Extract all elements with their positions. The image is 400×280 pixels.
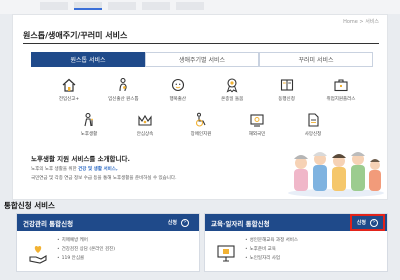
page-title: 원스톱/생애주기/꾸러미 서비스 <box>23 31 128 40</box>
service-label: 재외국민 <box>248 132 266 137</box>
service-label: 취업지원플러스 <box>326 97 356 102</box>
education-job-apply-button[interactable]: 신청 › <box>349 214 386 231</box>
person-figure-5-icon <box>369 159 381 191</box>
service-label: 임신출산 원스톱 <box>108 97 139 102</box>
service-label: 장애인지원 <box>190 132 212 137</box>
top-tab-active[interactable] <box>74 2 102 10</box>
notice-text-pre: 노후의 노후 생활을 위한 <box>31 167 79 172</box>
notice-box: 노후생활 지원 서비스를 소개합니다. 노후의 노후 생활을 위한 건강 및 생… <box>31 153 281 181</box>
service-label: 전입신고+ <box>58 97 80 102</box>
tab-onestop[interactable]: 원스톱 서비스 <box>31 52 145 67</box>
card-title: 건강관리 통합신청 <box>23 219 74 228</box>
service-label: 행복출산 <box>169 97 187 102</box>
notice-text: 국민연금 및 각종 연금 정보 수급 등을 통해 노후생활을 준비하실 수 있습… <box>31 176 177 181</box>
service-label: 온종일 돌봄 <box>221 97 244 102</box>
pregnancy-icon <box>119 77 127 92</box>
baby-icon <box>171 78 184 92</box>
card-header: 교육·일자리 통합신청 신청 › <box>205 214 387 231</box>
top-tab[interactable] <box>108 2 136 10</box>
people-illustration <box>288 152 384 197</box>
chevron-right-icon: › <box>181 218 189 227</box>
section-title: 통합신청 서비스 <box>4 201 55 210</box>
global-icon <box>250 114 264 127</box>
notice-text: 노후의 노후 생활을 위한 건강 및 생활 서비스, <box>31 166 281 172</box>
card-header: 건강관리 통합신청 신청 › <box>17 214 199 231</box>
service-item-overseas[interactable]: 재외국민 <box>235 112 279 137</box>
service-item-inheritance[interactable]: 안심상속 <box>123 112 167 137</box>
health-hand-icon <box>29 246 47 264</box>
service-item-care[interactable]: 온종일 돌봄 <box>210 77 254 102</box>
service-item-employment[interactable]: 취업지원플러스 <box>319 77 363 102</box>
card-title: 교육·일자리 통합신청 <box>211 219 270 228</box>
service-item-disability[interactable]: 장애인지원 <box>179 112 223 137</box>
service-row: 전입신고+ 임신출산 원스톱 행복출산 온종일 돌봄 동행신청 취업지원플러스 <box>47 77 363 102</box>
title-divider <box>23 43 379 44</box>
list-item: 성인문해교육 과정 서비스 <box>245 237 298 243</box>
top-tab[interactable] <box>142 2 170 10</box>
onestop-service-panel: Home > 서비스 원스톱/생애주기/꾸러미 서비스 원스톱 서비스 생애주기… <box>12 14 388 200</box>
health-apply-card: 건강관리 통합신청 신청 › 치매예방 케어 건강검진 상담 (온라인 검진) … <box>16 213 200 272</box>
service-item-retirement[interactable]: 노후생활 <box>67 112 111 137</box>
service-icon-grid: 전입신고+ 임신출산 원스톱 행복출산 온종일 돌봄 동행신청 취업지원플러스 <box>47 77 363 137</box>
tab-package[interactable]: 꾸러미 서비스 <box>259 52 373 67</box>
card-item-list: 성인문해교육 과정 서비스 노후준비 교육 노인일자리 사업 <box>245 237 298 264</box>
service-item-pregnancy[interactable]: 임신출산 원스톱 <box>101 77 145 102</box>
list-item: 건강검진 상담 (온라인 검진) <box>57 246 115 252</box>
top-tab[interactable] <box>176 2 204 10</box>
education-monitor-icon <box>217 245 235 262</box>
service-label: 안심상속 <box>136 132 154 137</box>
button-label: 신청 <box>356 220 366 226</box>
briefcase-icon <box>334 79 348 92</box>
service-item-move-in[interactable]: 전입신고+ <box>47 77 91 102</box>
breadcrumb[interactable]: Home > 서비스 <box>343 18 379 25</box>
person-figure-4-icon <box>351 152 365 191</box>
inheritance-icon <box>138 114 152 126</box>
person-figure-2-icon <box>313 152 327 191</box>
service-label: 노후생활 <box>80 132 98 137</box>
elder-icon <box>84 112 93 127</box>
button-label: 신청 <box>167 220 177 226</box>
card-item-list: 치매예방 케어 건강검진 상담 (온라인 검진) 119 안심콜 <box>57 237 115 264</box>
chevron-right-icon: › <box>370 218 378 227</box>
health-apply-button[interactable]: 신청 › <box>164 217 193 228</box>
notice-title: 노후생활 지원 서비스를 소개합니다. <box>31 155 130 163</box>
person-figure-1-icon <box>294 155 308 191</box>
top-navigation-bar <box>0 0 400 14</box>
card-body: 성인문해교육 과정 서비스 노후준비 교육 노인일자리 사업 <box>205 231 387 273</box>
service-tabs: 원스톱 서비스 생애주기별 서비스 꾸러미 서비스 <box>31 52 373 67</box>
service-label: 사망신청 <box>304 132 322 137</box>
list-item: 치매예방 케어 <box>57 237 115 243</box>
house-icon <box>62 78 76 92</box>
tab-lifecycle[interactable]: 생애주기별 서비스 <box>145 52 259 67</box>
notice-link[interactable]: 건강 및 생활 서비스, <box>78 167 118 172</box>
ribbon-icon <box>226 78 238 93</box>
service-item-accompany[interactable]: 동행신청 <box>265 77 309 102</box>
service-row: 노후생활 안심상속 장애인지원 재외국민 사망신청 <box>47 112 363 137</box>
top-tab[interactable] <box>40 2 68 10</box>
wheelchair-icon <box>195 112 206 127</box>
service-label: 동행신청 <box>278 97 295 102</box>
list-item: 노인일자리 사업 <box>245 255 298 261</box>
book-icon <box>280 79 293 91</box>
service-item-birth[interactable]: 행복출산 <box>156 77 200 102</box>
list-item: 노후준비 교육 <box>245 246 298 252</box>
person-figure-3-icon <box>332 154 346 191</box>
card-body: 치매예방 케어 건강검진 상담 (온라인 검진) 119 안심콜 <box>17 231 199 273</box>
list-item: 119 안심콜 <box>57 255 115 261</box>
document-icon <box>308 113 319 127</box>
service-item-death-report[interactable]: 사망신청 <box>291 112 335 137</box>
education-job-apply-card: 교육·일자리 통합신청 신청 › 성인문해교육 과정 서비스 노후준비 교육 노… <box>204 213 388 272</box>
top-tab-strip <box>40 2 204 10</box>
